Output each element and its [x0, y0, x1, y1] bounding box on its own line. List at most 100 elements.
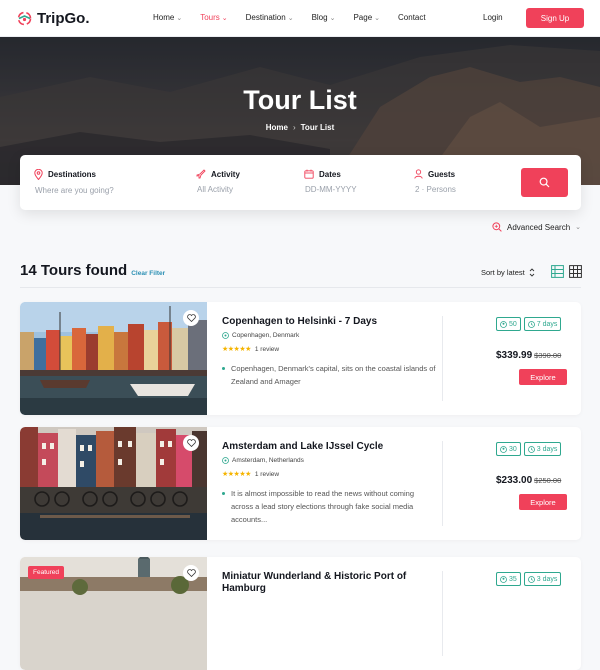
breadcrumb-current: Tour List — [300, 123, 335, 132]
clear-filter-link[interactable]: Clear Filter — [131, 270, 165, 277]
duration-badge: 3 days — [523, 442, 562, 456]
divider — [20, 287, 581, 288]
breadcrumb-home[interactable]: Home — [266, 123, 288, 132]
tour-rating: ★★★★★ 1 review — [222, 345, 280, 354]
signup-button[interactable]: Sign Up — [526, 8, 584, 28]
login-link[interactable]: Login — [483, 13, 503, 22]
tour-title[interactable]: Amsterdam and Lake IJssel Cycle — [222, 441, 422, 453]
plane-icon — [196, 169, 206, 179]
featured-badge: Featured — [28, 566, 65, 579]
divider — [442, 316, 443, 401]
clock-icon — [527, 445, 535, 453]
nav-item-label: Tours — [200, 13, 220, 22]
duration-text: 3 days — [536, 445, 558, 453]
guests-field[interactable]: Guests 2 · Persons — [414, 169, 456, 194]
location-icon — [222, 332, 229, 339]
tour-location: Copenhagen, Denmark — [222, 332, 299, 339]
favorite-button[interactable] — [183, 565, 199, 581]
divider — [442, 571, 443, 656]
top-navbar: TripGo. Home ⌄ Tours ⌄ Destination ⌄ Blog ⌄ … — [0, 0, 600, 37]
nav-item-contact[interactable]: Contact — [398, 13, 426, 22]
divider — [442, 441, 443, 526]
clock-icon — [527, 575, 535, 583]
results-header: 14 Tours found Clear Filter — [20, 262, 165, 279]
activity-select[interactable]: All Activity — [197, 185, 240, 194]
clock-icon — [527, 320, 535, 328]
people-badge: 30 — [496, 442, 521, 456]
star-rating-icon: ★★★★★ — [222, 471, 251, 478]
search-button[interactable] — [521, 168, 568, 197]
review-count: 1 review — [254, 345, 280, 353]
tour-image-amsterdam[interactable] — [20, 427, 207, 540]
brand-logo[interactable]: TripGo. — [16, 10, 90, 27]
current-price: $339.99 — [496, 350, 533, 361]
tour-price: $233.00 $250.00 — [496, 475, 561, 486]
dates-input[interactable]: DD-MM-YYYY — [305, 185, 357, 194]
zoom-search-icon — [492, 222, 502, 232]
tour-image-copenhagen[interactable] — [20, 302, 207, 415]
nav-item-label: Page — [353, 13, 373, 22]
tour-card[interactable]: Amsterdam and Lake IJssel Cycle Amsterda… — [20, 427, 581, 540]
search-icon — [539, 177, 550, 188]
nav-item-destination[interactable]: Destination ⌄ — [246, 13, 294, 22]
tour-card[interactable]: Featured Miniatur Wunderland & Historic … — [20, 557, 581, 670]
nav-item-blog[interactable]: Blog ⌄ — [312, 13, 336, 22]
grid-view-icon[interactable] — [569, 265, 582, 278]
duration-badge: 7 days — [523, 317, 562, 331]
nav-item-page[interactable]: Page ⌄ — [353, 13, 380, 22]
people-count: 50 — [509, 320, 517, 328]
sort-dropdown[interactable]: Sort by latest — [481, 268, 535, 277]
tour-description: It is almost impossible to read the news… — [222, 487, 437, 526]
explore-button[interactable]: Explore — [519, 494, 567, 510]
star-rating-icon: ★★★★★ — [222, 346, 251, 353]
chevron-down-icon: ⌄ — [221, 14, 228, 22]
nav-item-label: Contact — [398, 13, 426, 22]
nav-item-tours[interactable]: Tours ⌄ — [200, 13, 227, 22]
favorite-button[interactable] — [183, 310, 199, 326]
duration-badge: 3 days — [523, 572, 562, 586]
activity-field[interactable]: Activity All Activity — [196, 169, 240, 194]
results-count: 14 Tours found — [20, 262, 128, 279]
brand-name: TripGo. — [37, 10, 90, 27]
guests-input[interactable]: 2 · Persons — [415, 185, 456, 194]
duration-text: 3 days — [536, 575, 558, 583]
users-icon — [500, 575, 507, 583]
field-label: Destinations — [48, 170, 97, 179]
main-menu: Home ⌄ Tours ⌄ Destination ⌄ Blog ⌄ Page ⌄ Co… — [153, 13, 444, 22]
map-pin-icon — [34, 169, 43, 180]
tour-description: Copenhagen, Denmark's capital, sits on t… — [222, 362, 437, 388]
chevron-down-icon: ⌄ — [329, 14, 336, 22]
heart-icon — [186, 439, 196, 447]
duration-text: 7 days — [536, 320, 558, 328]
breadcrumb-separator-icon: › — [292, 123, 296, 132]
favorite-button[interactable] — [183, 435, 199, 451]
advanced-search-toggle[interactable]: Advanced Search ⌄ — [492, 222, 581, 232]
calendar-icon — [304, 169, 314, 179]
tour-card[interactable]: Copenhagen to Helsinki - 7 Days Copenhag… — [20, 302, 581, 415]
people-badge: 50 — [496, 317, 521, 331]
chevron-down-icon: ⌄ — [374, 14, 381, 22]
tour-search-form: Destinations Where are you going? Activi… — [20, 155, 581, 210]
destination-input[interactable]: Where are you going? — [35, 186, 114, 195]
nav-item-home[interactable]: Home ⌄ — [153, 13, 182, 22]
tour-location-text: Amsterdam, Netherlands — [232, 457, 304, 464]
tour-title[interactable]: Miniatur Wunderland & Historic Port of H… — [222, 571, 422, 595]
field-label: Activity — [211, 169, 240, 179]
chevron-down-icon: ⌄ — [176, 14, 183, 22]
user-icon — [414, 169, 423, 179]
old-price: $250.00 — [534, 476, 562, 485]
users-icon — [500, 320, 507, 328]
heart-icon — [186, 569, 196, 577]
destination-field[interactable]: Destinations Where are you going? — [34, 169, 114, 195]
old-price: $390.00 — [534, 351, 562, 360]
tour-title[interactable]: Copenhagen to Helsinki - 7 Days — [222, 316, 422, 328]
tour-meta: 35 3 days — [496, 572, 562, 586]
users-icon — [500, 445, 507, 453]
people-count: 35 — [509, 575, 517, 583]
explore-button[interactable]: Explore — [519, 369, 567, 385]
review-count: 1 review — [254, 470, 280, 478]
dates-field[interactable]: Dates DD-MM-YYYY — [304, 169, 357, 194]
location-icon — [222, 457, 229, 464]
list-view-icon[interactable] — [551, 265, 564, 278]
tour-rating: ★★★★★ 1 review — [222, 470, 280, 479]
